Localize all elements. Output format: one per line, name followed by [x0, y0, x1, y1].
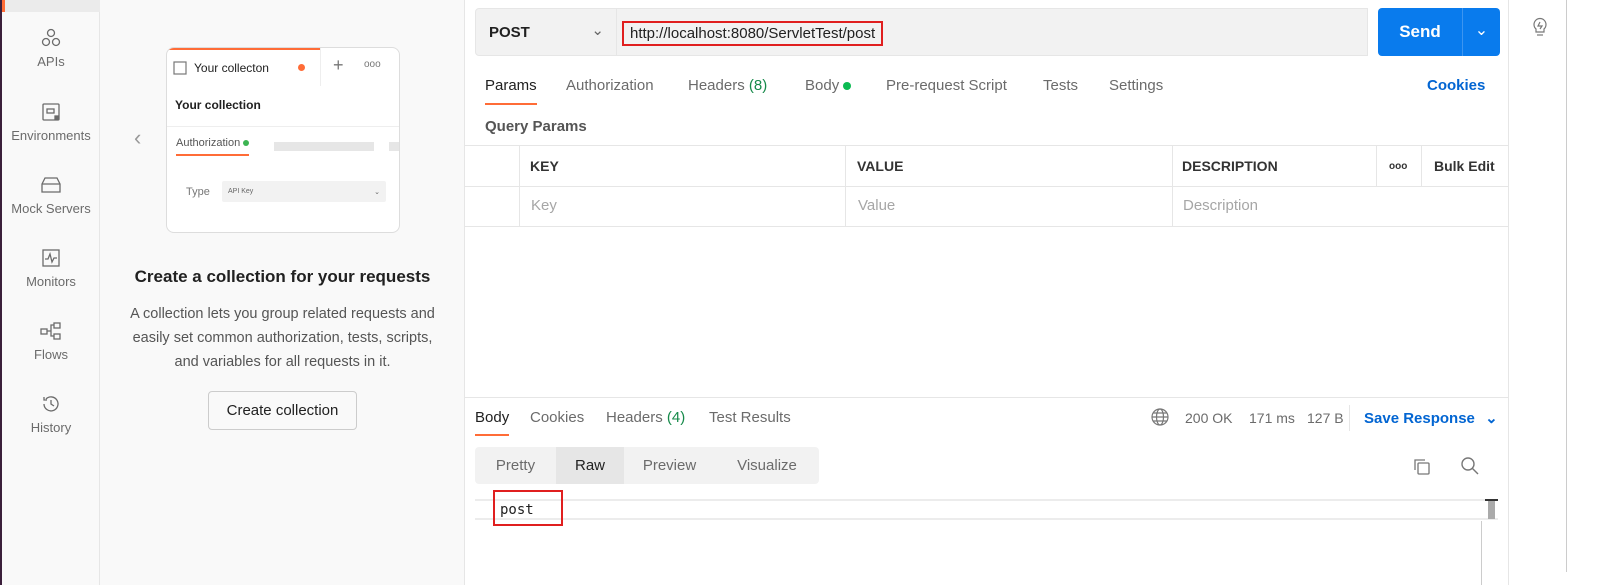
collection-empty-panel: ‹ Your collecton + ooo Your collection A… — [100, 0, 465, 585]
query-params-table: KEY VALUE DESCRIPTION ooo Bulk Edit Key … — [465, 145, 1508, 227]
send-options-chevron-icon[interactable]: ⌄ — [1463, 20, 1500, 40]
response-tab-headers[interactable]: Headers (4) — [606, 409, 685, 426]
tab-authorization[interactable]: Authorization — [566, 77, 654, 94]
tab-pre-request-script[interactable]: Pre-request Script — [886, 77, 1007, 94]
response-body-line — [475, 499, 1498, 520]
sidebar-item-collections-selected[interactable] — [2, 0, 100, 12]
tab-body[interactable]: Body — [805, 77, 852, 94]
scrollbar[interactable] — [1485, 499, 1498, 521]
tab-params[interactable]: Params — [485, 77, 537, 105]
sidebar-item-label: APIs — [37, 54, 65, 69]
sidebar: APIs Environments Mock Servers Monitors … — [2, 0, 100, 585]
save-response-button[interactable]: Save Response ⌄ — [1364, 409, 1498, 427]
key-input[interactable]: Key — [531, 197, 557, 214]
column-value: VALUE — [857, 158, 904, 174]
right-sidebar — [1508, 0, 1604, 585]
monitors-icon — [42, 249, 60, 267]
url-text: http://localhost:8080/ServletTest/post — [622, 21, 884, 46]
sidebar-item-mock-servers[interactable]: Mock Servers — [2, 175, 100, 216]
view-preview[interactable]: Preview — [624, 447, 715, 484]
create-collection-button[interactable]: Create collection — [208, 391, 357, 430]
request-editor: POST ⌄ http://localhost:8080/ServletTest/… — [465, 0, 1508, 585]
response-view-selector: Pretty Raw Preview Visualize — [475, 447, 819, 484]
url-input[interactable]: http://localhost:8080/ServletTest/post — [617, 8, 1368, 56]
response-tab-test-results[interactable]: Test Results — [709, 409, 791, 426]
card-tab: Your collecton — [194, 61, 269, 75]
tab-headers[interactable]: Headers (8) — [688, 77, 767, 94]
sidebar-item-apis[interactable]: APIs — [2, 28, 100, 69]
card-collection-name: Your collection — [175, 98, 261, 112]
more-icon: ooo — [364, 59, 381, 70]
query-params-label: Query Params — [485, 118, 587, 135]
panel-description: A collection lets you group related requ… — [130, 306, 435, 370]
sidebar-item-flows[interactable]: Flows — [2, 321, 100, 362]
value-input[interactable]: Value — [858, 197, 895, 214]
environments-icon — [42, 103, 60, 121]
lightbulb-icon[interactable] — [1529, 15, 1551, 37]
sidebar-item-label: Environments — [11, 128, 91, 143]
status-code[interactable]: 200 OK — [1185, 410, 1232, 426]
sidebar-item-label: History — [30, 420, 72, 435]
sidebar-item-monitors[interactable]: Monitors — [2, 248, 100, 289]
body-indicator-dot — [843, 82, 852, 90]
column-description: DESCRIPTION — [1182, 158, 1278, 174]
view-pretty[interactable]: Pretty — [475, 447, 556, 484]
column-key: KEY — [530, 158, 559, 174]
collection-illustration: Your collecton + ooo Your collection Aut… — [166, 47, 400, 233]
response-tab-cookies[interactable]: Cookies — [530, 409, 584, 426]
response-tab-body[interactable]: Body — [475, 409, 510, 436]
flows-icon — [40, 322, 61, 340]
response-divider — [465, 397, 1508, 398]
plus-icon: + — [333, 55, 344, 75]
send-button-group: Send ⌄ — [1378, 8, 1500, 56]
card-auth-tab: Authorization — [176, 137, 250, 156]
search-icon[interactable] — [1460, 456, 1480, 476]
history-icon — [43, 396, 59, 412]
cookies-link[interactable]: Cookies — [1427, 77, 1485, 94]
sidebar-item-label: Monitors — [26, 274, 76, 289]
sidebar-item-environments[interactable]: Environments — [2, 102, 100, 143]
chevron-down-icon: ⌄ — [591, 22, 604, 39]
view-raw[interactable]: Raw — [556, 447, 624, 484]
file-icon — [173, 61, 187, 75]
unsaved-dot — [298, 64, 305, 71]
bulk-edit-button[interactable]: Bulk Edit — [1434, 158, 1495, 174]
method-select[interactable]: POST ⌄ — [475, 8, 617, 56]
panel-title: Create a collection for your requests — [134, 267, 431, 286]
view-visualize[interactable]: Visualize — [715, 447, 819, 484]
tab-settings[interactable]: Settings — [1109, 77, 1163, 94]
more-options-icon[interactable]: ooo — [1389, 161, 1407, 172]
description-input[interactable]: Description — [1183, 197, 1258, 214]
response-time[interactable]: 171 ms — [1249, 410, 1295, 426]
card-type-select: API Key ⌄ — [222, 181, 386, 202]
send-button[interactable]: Send — [1378, 8, 1462, 56]
response-size[interactable]: 127 B — [1307, 410, 1344, 426]
globe-icon[interactable] — [1151, 408, 1169, 426]
sidebar-item-label: Mock Servers — [11, 201, 91, 216]
apis-icon — [41, 28, 61, 47]
tab-tests[interactable]: Tests — [1043, 77, 1078, 94]
sidebar-item-label: Flows — [34, 347, 68, 362]
sidebar-item-history[interactable]: History — [2, 394, 100, 435]
mock-servers-icon — [41, 177, 61, 193]
copy-icon[interactable] — [1412, 457, 1432, 477]
response-body-text: post — [500, 502, 534, 518]
chevron-left-icon[interactable]: ‹ — [134, 125, 141, 151]
